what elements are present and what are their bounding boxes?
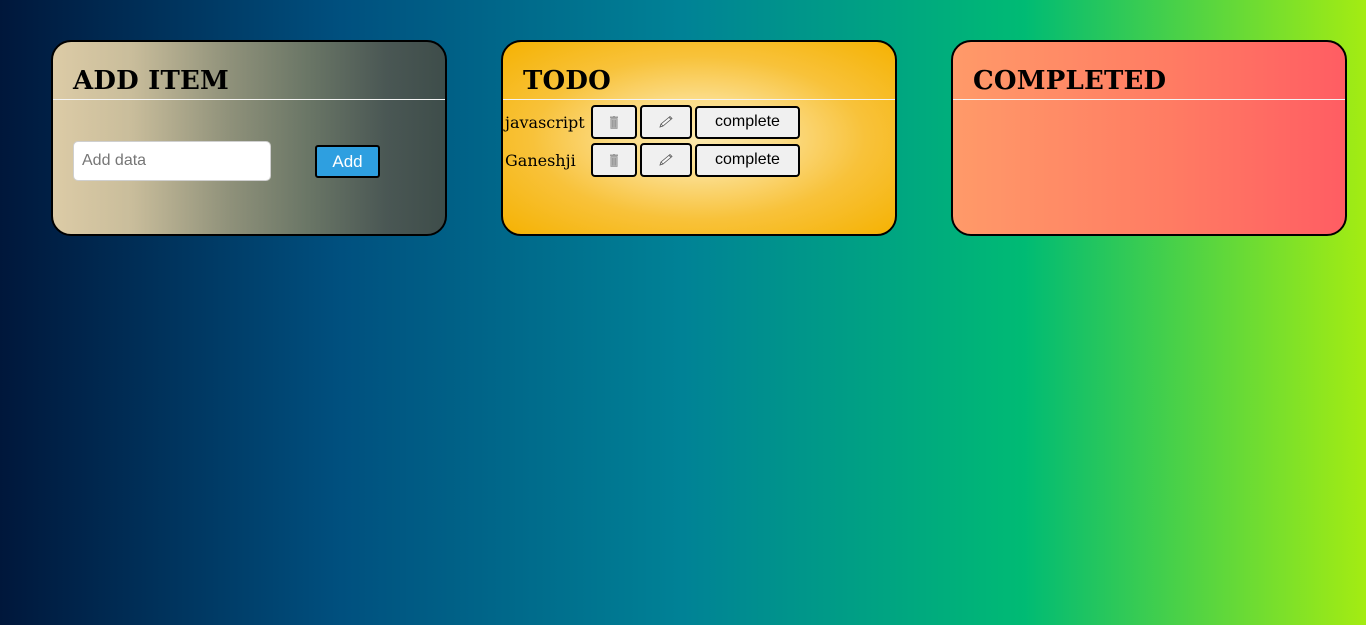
todo-item-text: Ganeshji	[505, 150, 576, 170]
edit-button[interactable]	[640, 143, 692, 177]
add-item-divider	[53, 99, 445, 100]
todo-item: javascript complete	[505, 103, 800, 141]
pencil-icon	[659, 153, 673, 166]
add-data-input[interactable]	[73, 141, 271, 181]
completed-title: COMPLETED	[973, 66, 1167, 96]
delete-button[interactable]	[591, 105, 637, 139]
complete-button[interactable]: complete	[695, 143, 800, 177]
pencil-icon	[659, 115, 673, 128]
todo-list: javascript complete Ganeshji complete	[505, 103, 800, 179]
complete-button[interactable]: complete	[695, 105, 800, 139]
todo-panel: TODO javascript complete Ganeshji comple…	[501, 40, 897, 236]
trash-icon	[610, 115, 618, 129]
completed-divider	[953, 99, 1345, 100]
edit-button[interactable]	[640, 105, 692, 139]
add-item-title: ADD ITEM	[73, 66, 230, 96]
add-button[interactable]: Add	[315, 145, 380, 178]
add-item-panel: ADD ITEM Add	[51, 40, 447, 236]
todo-item-text: javascript	[505, 112, 585, 132]
trash-icon	[610, 153, 618, 167]
completed-panel: COMPLETED	[951, 40, 1347, 236]
todo-item: Ganeshji complete	[505, 141, 800, 179]
todo-title: TODO	[523, 66, 611, 96]
todo-divider	[503, 99, 895, 100]
delete-button[interactable]	[591, 143, 637, 177]
